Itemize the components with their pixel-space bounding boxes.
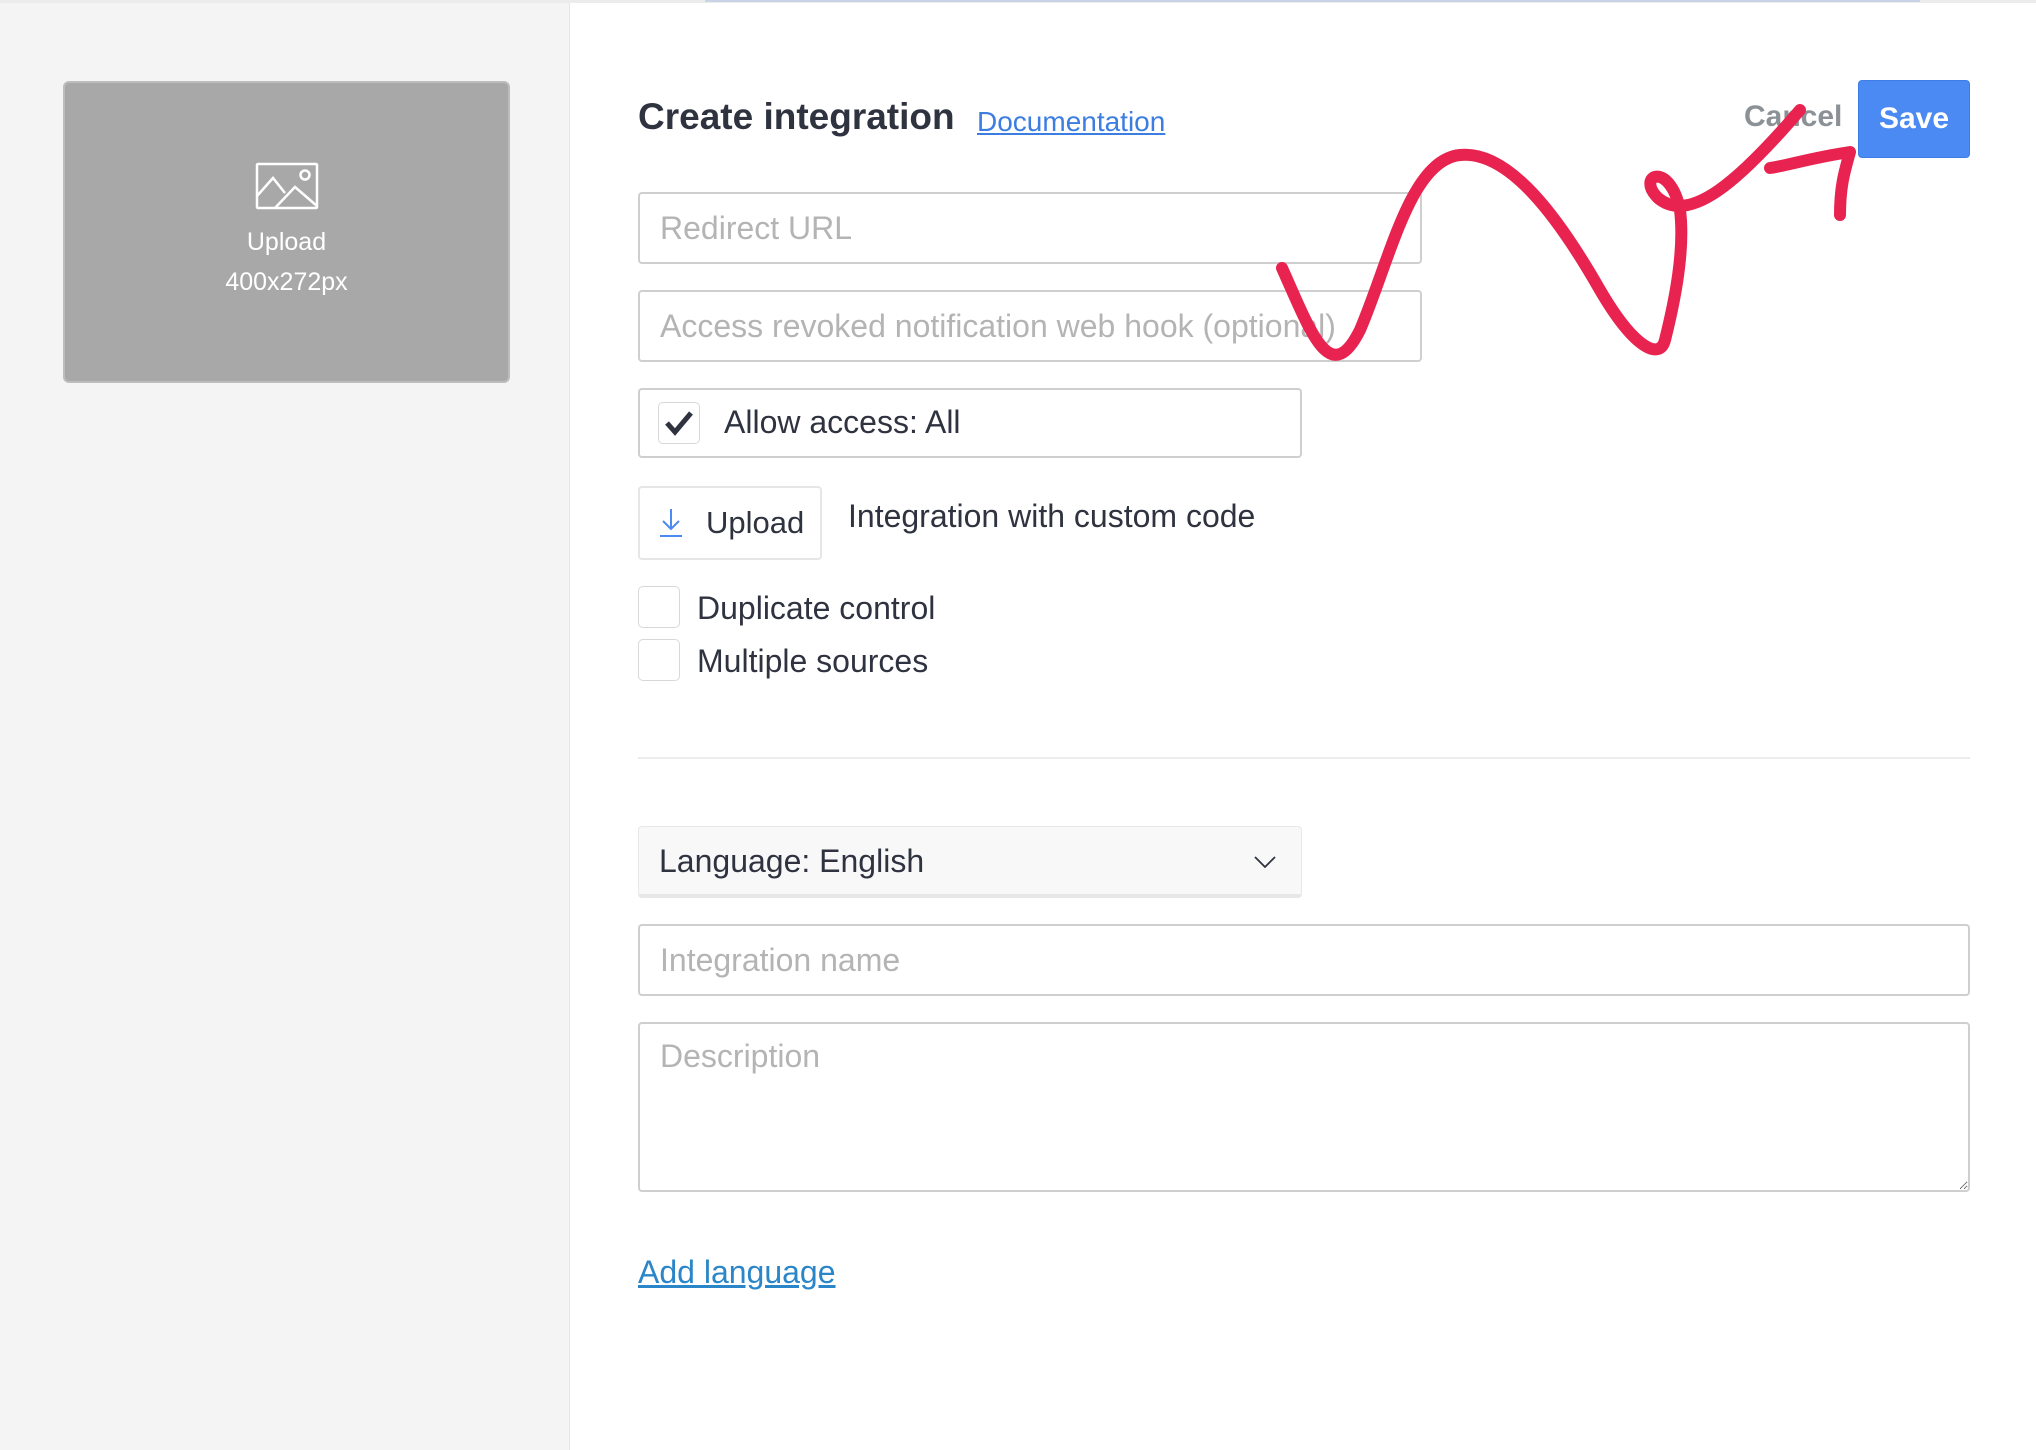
language-select-value: Language: English [659, 843, 925, 879]
multiple-sources-label: Multiple sources [697, 643, 929, 679]
chevron-down-icon [1254, 856, 1276, 869]
integration-name-input[interactable] [638, 924, 1970, 996]
custom-code-label: Integration with custom code [848, 498, 1256, 534]
description-textarea[interactable] [638, 1022, 1970, 1192]
sidebar: Upload 400x272px [0, 3, 570, 1450]
upload-button-label: Upload [706, 505, 805, 540]
upload-size-hint: 400x272px [225, 268, 348, 296]
section-divider [638, 757, 1970, 759]
allow-access-label: Allow access: All [724, 404, 961, 440]
cancel-button[interactable]: Cancel [1744, 100, 1842, 134]
image-upload-tile[interactable]: Upload 400x272px [63, 81, 510, 383]
page-title: Create integration [638, 96, 955, 137]
duplicate-control-label: Duplicate control [697, 590, 936, 626]
language-select[interactable]: Language: English [638, 826, 1302, 898]
download-arrow-icon [660, 509, 682, 537]
save-button[interactable]: Save [1858, 80, 1970, 158]
create-integration-form: Create integration Documentation Cancel … [638, 0, 1970, 1450]
allow-access-checkbox[interactable]: Allow access: All [638, 388, 1302, 458]
image-icon [255, 162, 318, 210]
checkbox-unchecked[interactable] [638, 586, 680, 628]
documentation-link[interactable]: Documentation [977, 106, 1165, 138]
webhook-input[interactable] [638, 290, 1422, 362]
checkbox-checked[interactable] [658, 402, 700, 444]
upload-code-button[interactable]: Upload [638, 486, 822, 560]
checkbox-unchecked[interactable] [638, 639, 680, 681]
upload-label: Upload [246, 228, 327, 256]
redirect-url-input[interactable] [638, 192, 1422, 264]
checkmark-icon [665, 411, 693, 436]
add-language-link[interactable]: Add language [638, 1254, 836, 1291]
